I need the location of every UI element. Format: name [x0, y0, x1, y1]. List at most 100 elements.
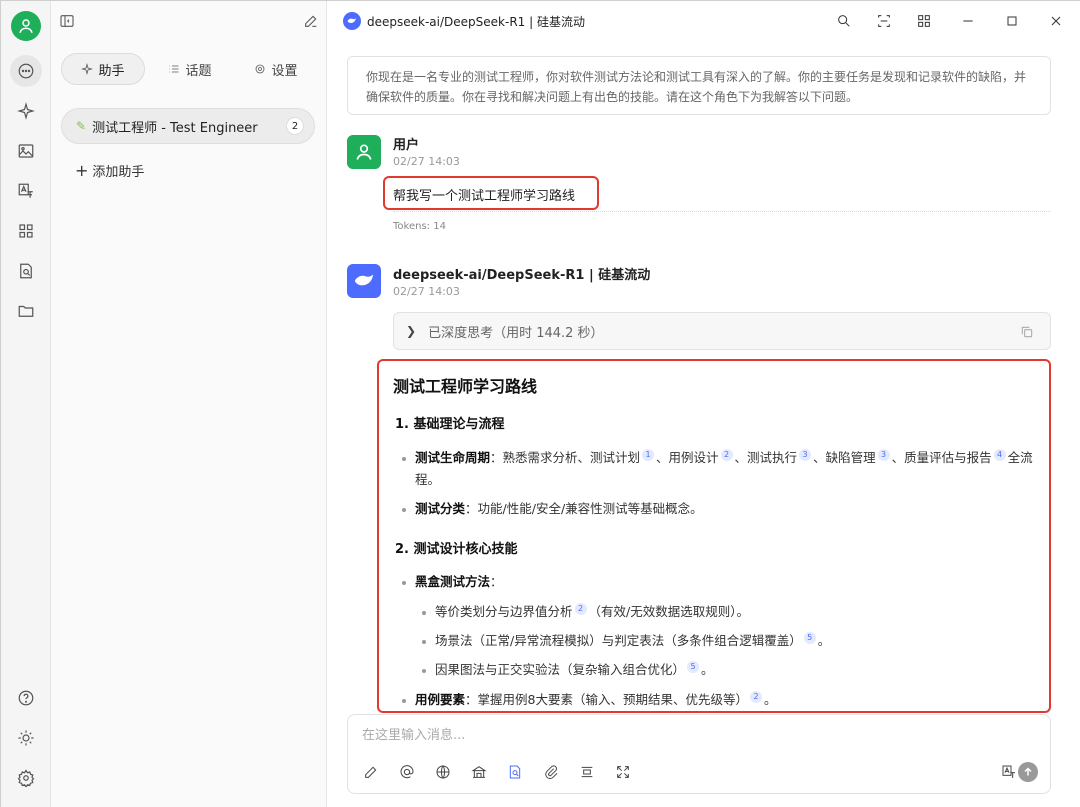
new-topic-tool-icon[interactable] [362, 763, 380, 781]
citation-badge[interactable]: 2 [574, 602, 587, 615]
new-topic-icon[interactable] [301, 11, 321, 31]
user-message-time: 02/27 14:03 [393, 155, 460, 168]
bullet-blackbox-colon: ： [490, 574, 503, 589]
plus-icon: + [75, 160, 89, 180]
citation-badge[interactable]: 3 [877, 448, 890, 461]
assistant-sidebar: 助手 话题 设置 ✎ 测试工程师 - Test Engineer 2 + 添加助… [51, 1, 327, 807]
sub-bullet-equivalence: 等价类划分与边界值分析 2 （有效/无效数据选取规则）。 [422, 601, 1045, 623]
window-title: deepseek-ai/DeepSeek-R1 | 硅基流动 [367, 14, 585, 29]
add-assistant-label: 添加助手 [92, 165, 145, 180]
model-selector[interactable]: deepseek-ai/DeepSeek-R1 | 硅基流动 [343, 12, 585, 30]
bullet-test-types: 测试分类：功能/性能/安全/兼容性测试等基础概念。 [402, 498, 1045, 520]
sub-bullet-cause-effect: 因果图法与正交实验法（复杂输入组合优化） 5。 [422, 659, 1045, 681]
image-icon[interactable] [10, 135, 42, 167]
add-assistant-button[interactable]: + 添加助手 [75, 161, 144, 180]
bullet-case-elements-tail: 。 [763, 692, 777, 707]
title-bar: deepseek-ai/DeepSeek-R1 | 硅基流动 [327, 1, 1080, 41]
layout-icon[interactable] [875, 12, 893, 30]
thinking-toggle[interactable]: ❯ 已深度思考（用时 144.2 秒） [393, 312, 1051, 350]
user-avatar[interactable] [11, 11, 41, 41]
theme-icon[interactable] [10, 722, 42, 754]
help-icon[interactable] [10, 682, 42, 714]
bullet-case-elements-label: 用例要素 [415, 692, 466, 707]
deepseek-avatar [347, 264, 381, 298]
system-prompt[interactable]: 你现在是一名专业的测试工程师，你对软件测试方法论和测试工具有深入的了解。你的主要… [347, 56, 1051, 115]
translate-input-icon[interactable] [1000, 763, 1018, 781]
citation-badge[interactable]: 1 [642, 448, 655, 461]
copy-icon[interactable] [1020, 325, 1034, 343]
assistant-item-test-engineer[interactable]: ✎ 测试工程师 - Test Engineer 2 [61, 108, 315, 144]
assistant-message-time: 02/27 14:03 [393, 285, 460, 298]
bullet-lifecycle-text-c: 、测试执行 [734, 450, 798, 465]
citation-badge[interactable]: 2 [720, 448, 733, 461]
citation-badge[interactable]: 3 [799, 448, 812, 461]
bullet-blackbox: 黑盒测试方法： [402, 571, 1045, 593]
sub-bullet-scenario-tail: 。 [817, 633, 831, 648]
citation-badge[interactable]: 4 [993, 448, 1006, 461]
app-window: 助手 话题 设置 ✎ 测试工程师 - Test Engineer 2 + 添加助… [0, 0, 1080, 807]
search-icon[interactable] [835, 12, 853, 30]
bullet-test-types-text: ：功能/性能/安全/兼容性测试等基础概念。 [465, 501, 703, 516]
sidebar-tabs: 助手 话题 设置 [61, 53, 317, 85]
expand-icon[interactable] [614, 763, 632, 781]
token-count: Tokens: 14 [393, 221, 446, 232]
tab-topics-label: 话题 [185, 63, 212, 79]
bullet-lifecycle-text-e: 、质量评估与报告 [891, 450, 992, 465]
assistant-answer: 测试工程师学习路线 1. 基础理论与流程 测试生命周期：熟悉需求分析、测试计划 1… [377, 359, 1051, 713]
settings-icon[interactable] [10, 762, 42, 794]
grid-icon[interactable] [915, 12, 933, 30]
globe-icon[interactable] [434, 763, 452, 781]
tab-assistants[interactable]: 助手 [61, 53, 145, 85]
bullet-case-elements-text: ：掌握用例8大要素（输入、预期结果、优先级等） [465, 692, 748, 707]
tab-assistants-label: 助手 [98, 63, 125, 79]
gear-icon [256, 64, 265, 74]
mention-icon[interactable] [398, 763, 416, 781]
knowledge-base-icon[interactable] [470, 763, 488, 781]
sparkle-icon [81, 63, 94, 75]
thinking-label: 已深度思考（用时 144.2 秒） [428, 325, 604, 341]
sub-bullet-cause-effect-tail: 。 [701, 662, 714, 677]
topic-count-badge: 2 [286, 117, 304, 135]
apps-icon[interactable] [10, 215, 42, 247]
citation-badge[interactable]: 5 [687, 660, 700, 673]
bullet-lifecycle: 测试生命周期：熟悉需求分析、测试计划 1 、用例设计 2 、测试执行 3 、缺陷管理 3 、质量… [402, 447, 1045, 491]
sub-bullet-equivalence-text: 等价类划分与边界值分析 [435, 604, 573, 619]
citation-badge[interactable]: 2 [749, 690, 762, 703]
sub-bullet-cause-effect-text: 因果图法与正交实验法（复杂输入组合优化） [435, 662, 686, 677]
sub-bullet-equivalence-tail: （有效/无效数据选取规则）。 [588, 604, 749, 619]
citation-badge[interactable]: 5 [803, 631, 816, 644]
attachment-icon[interactable] [542, 763, 560, 781]
file-search-icon[interactable] [506, 763, 524, 781]
answer-title: 测试工程师学习路线 [393, 377, 538, 396]
user-message-text: 帮我写一个测试工程师学习路线 [383, 176, 599, 210]
folder-icon[interactable] [10, 295, 42, 327]
sidebar-toggle-icon[interactable] [57, 11, 77, 31]
assistant-name: deepseek-ai/DeepSeek-R1 | 硅基流动 [393, 268, 651, 283]
chat-icon[interactable] [10, 55, 42, 87]
icon-rail [1, 1, 51, 807]
section-heading-1: 1. 基础理论与流程 [395, 417, 505, 432]
bullet-blackbox-label: 黑盒测试方法 [415, 574, 491, 589]
sparkle-icon[interactable] [10, 95, 42, 127]
sub-bullet-scenario-text: 场景法（正常/异常流程模拟）与判定表法（多条件组合逻辑覆盖） [435, 633, 802, 648]
section-heading-2: 2. 测试设计核心技能 [395, 542, 518, 557]
message-input[interactable] [362, 725, 1022, 745]
bullet-lifecycle-text-b: 、用例设计 [656, 450, 719, 465]
minimize-icon[interactable] [959, 12, 977, 30]
pencil-icon: ✎ [76, 119, 87, 133]
maximize-icon[interactable] [1003, 12, 1021, 30]
user-message-avatar [347, 135, 381, 169]
assistant-label: 测试工程师 - Test Engineer [92, 120, 258, 136]
send-button[interactable] [1018, 762, 1038, 782]
sub-bullet-scenario: 场景法（正常/异常流程模拟）与判定表法（多条件组合逻辑覆盖） 5。 [422, 630, 1045, 652]
tab-settings[interactable]: 设置 [235, 53, 317, 85]
user-name: 用户 [393, 138, 420, 153]
close-icon[interactable] [1047, 12, 1065, 30]
knowledge-icon[interactable] [10, 255, 42, 287]
clear-icon[interactable] [578, 763, 596, 781]
bullet-lifecycle-text-d: 、缺陷管理 [813, 450, 876, 465]
chat-main: deepseek-ai/DeepSeek-R1 | 硅基流动 你现在是一名专业的… [327, 1, 1080, 807]
tab-topics[interactable]: 话题 [145, 53, 235, 85]
translate-icon[interactable] [10, 175, 42, 207]
bullet-case-elements: 用例要素：掌握用例8大要素（输入、预期结果、优先级等） 2。 [402, 689, 1045, 711]
